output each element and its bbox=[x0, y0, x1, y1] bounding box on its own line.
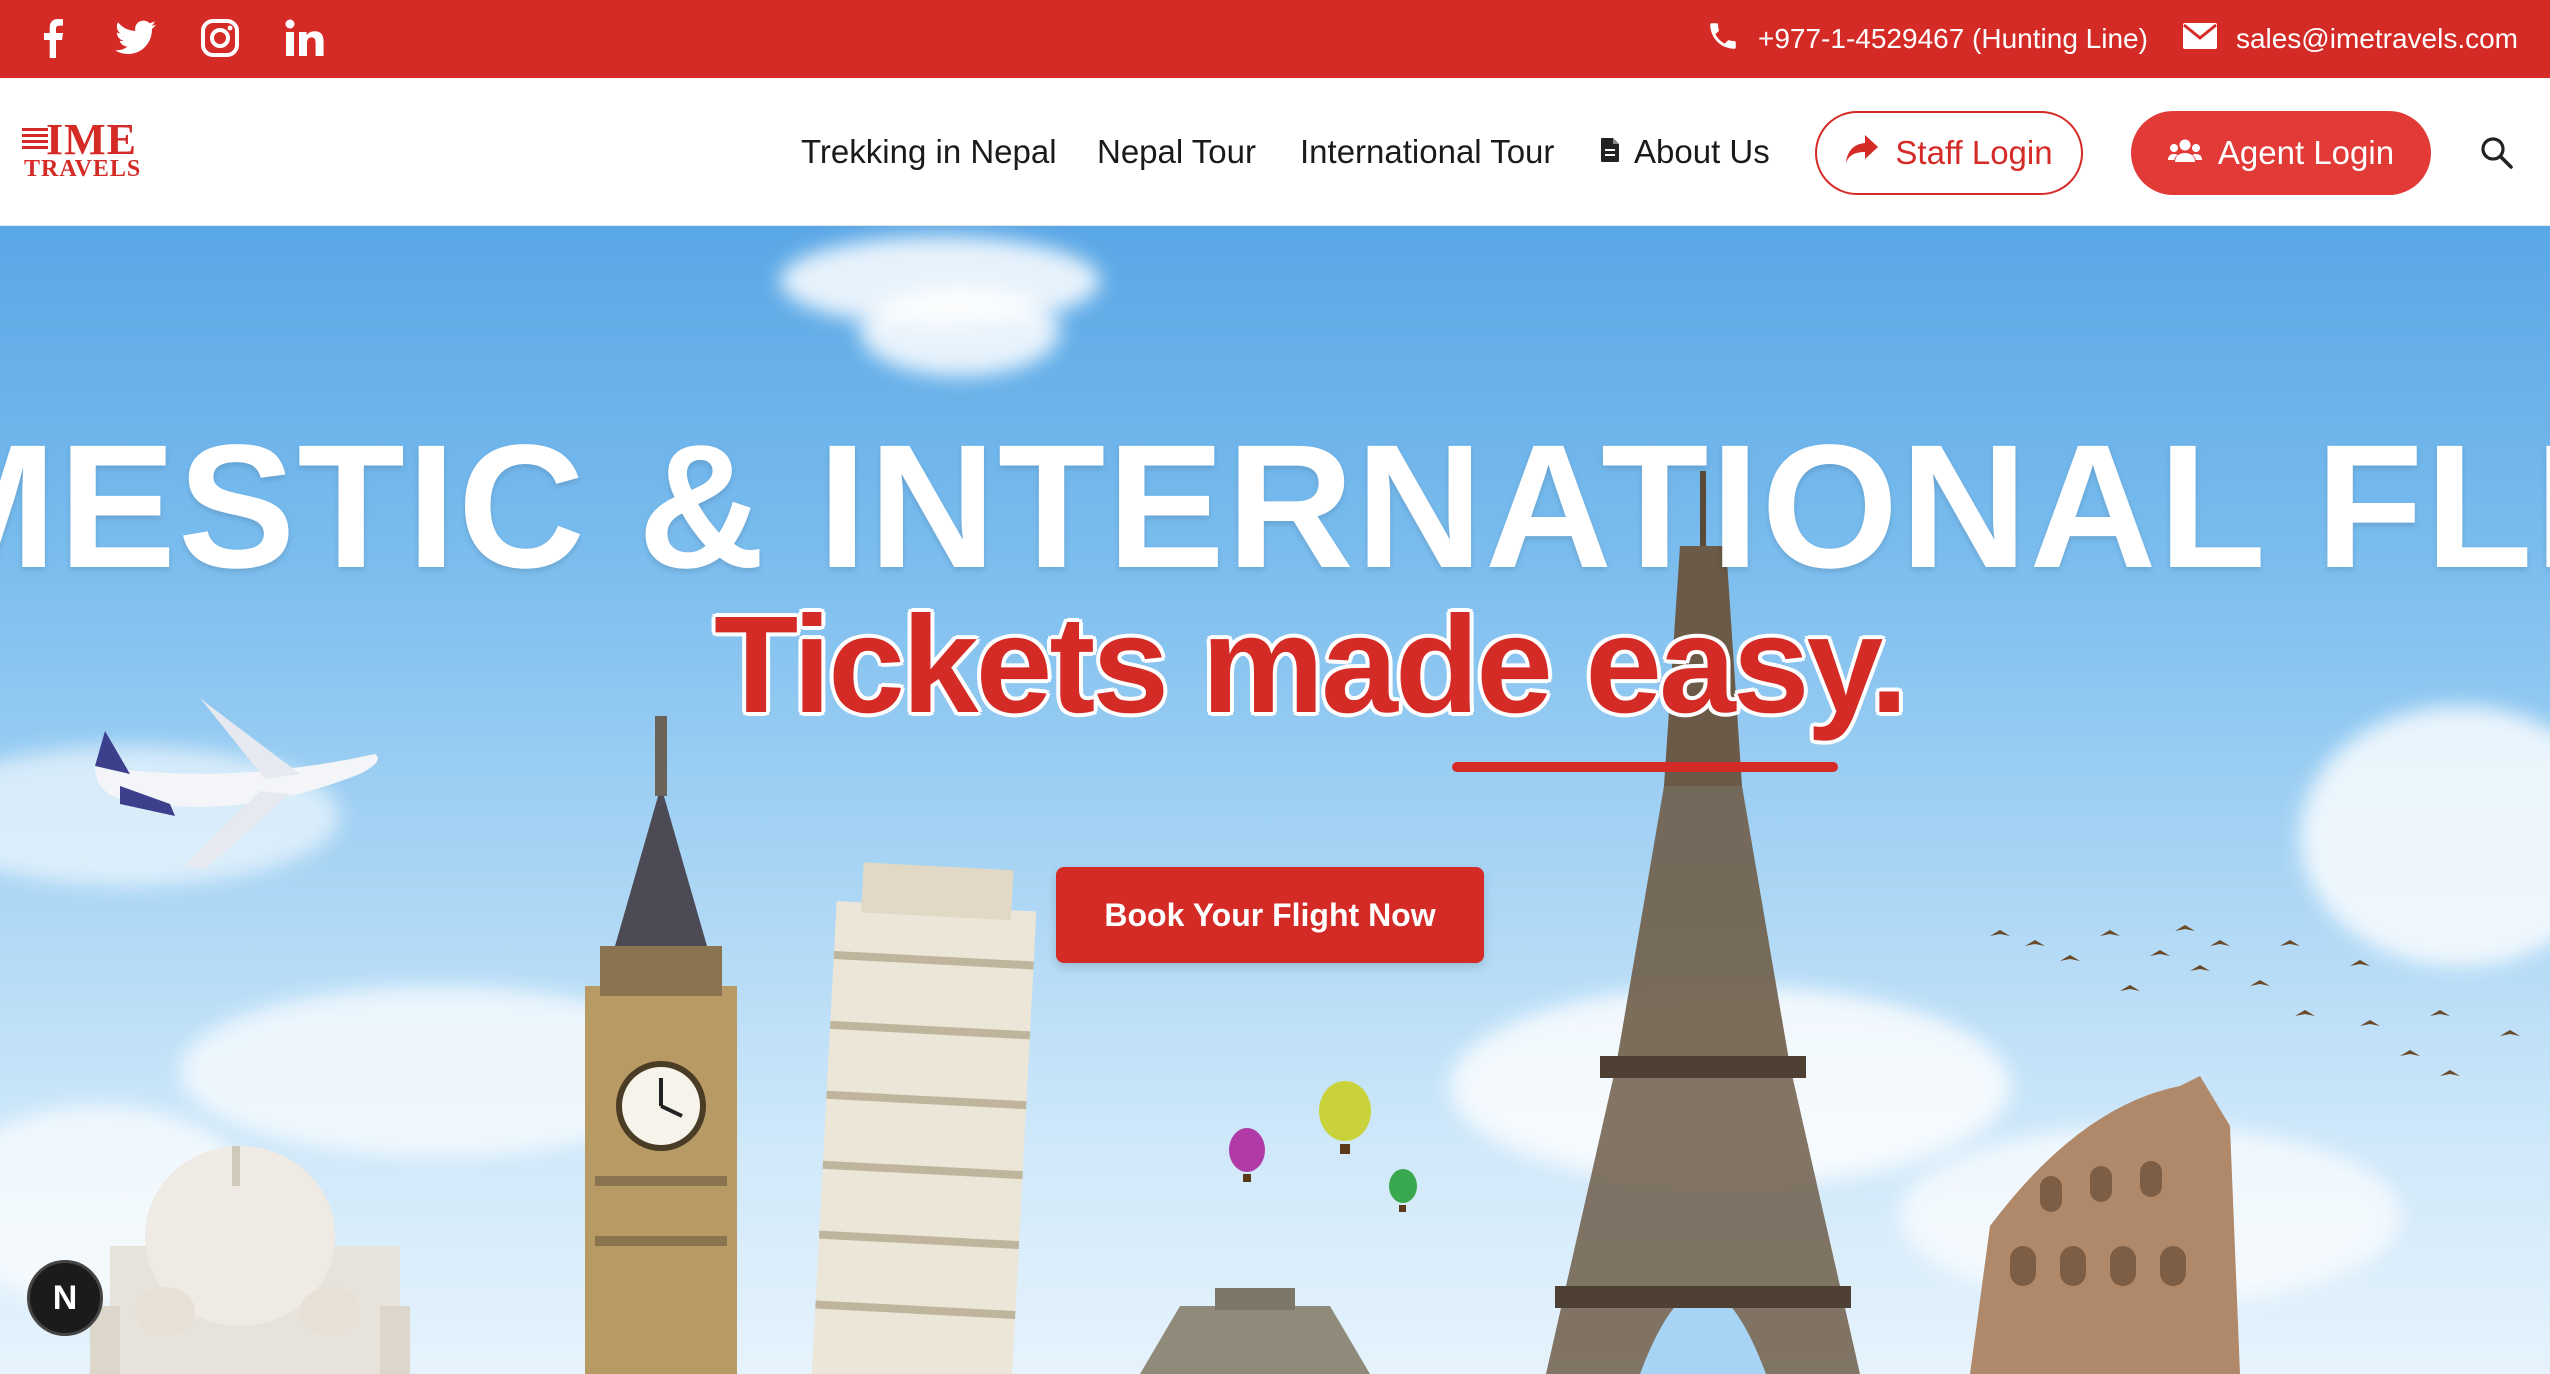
taj-mahal-icon bbox=[90, 1146, 410, 1374]
phone-contact[interactable]: +977-1-4529467 (Hunting Line) bbox=[1706, 19, 2148, 60]
n-badge-button[interactable]: N bbox=[27, 1260, 103, 1336]
facebook-icon[interactable] bbox=[28, 14, 76, 62]
hero-headline: MESTIC & INTERNATIONAL FLIGH bbox=[0, 409, 2550, 605]
mail-icon bbox=[2182, 22, 2218, 57]
nav-nepal-tour[interactable]: Nepal Tour bbox=[1097, 78, 1256, 226]
landmarks-illustration bbox=[90, 471, 2520, 1374]
big-ben-icon bbox=[585, 716, 737, 1374]
twitter-icon[interactable] bbox=[112, 14, 160, 62]
nav-about-us-label: About Us bbox=[1634, 133, 1770, 170]
document-icon bbox=[1600, 133, 1620, 171]
main-navbar: IME TRAVELS Trekking in Nepal Nepal Tour… bbox=[0, 78, 2550, 226]
colosseum-icon bbox=[1970, 1076, 2240, 1374]
users-icon bbox=[2167, 134, 2202, 172]
nav-trekking-in-nepal[interactable]: Trekking in Nepal bbox=[801, 78, 1057, 226]
search-icon[interactable] bbox=[2480, 136, 2516, 172]
book-flight-button[interactable]: Book Your Flight Now bbox=[1056, 867, 1484, 963]
hot-air-balloons-icon bbox=[1229, 1081, 1417, 1212]
birds-icon bbox=[1990, 925, 2520, 1076]
pyramid-icon bbox=[1140, 1288, 1370, 1374]
phone-icon bbox=[1706, 19, 1740, 60]
staff-login-label: Staff Login bbox=[1895, 134, 2053, 171]
hero-tagline: Tickets made easy. bbox=[714, 588, 1908, 742]
agent-login-button[interactable]: Agent Login bbox=[2131, 111, 2431, 195]
ime-travels-logo[interactable]: IME TRAVELS bbox=[22, 118, 172, 184]
tagline-underline bbox=[1452, 762, 1838, 772]
staff-login-button[interactable]: Staff Login bbox=[1815, 111, 2083, 195]
airplane-icon bbox=[95, 698, 378, 869]
agent-login-label: Agent Login bbox=[2217, 134, 2395, 171]
phone-number: +977-1-4529467 (Hunting Line) bbox=[1757, 23, 2148, 54]
social-links bbox=[28, 14, 328, 62]
top-bar: +977-1-4529467 (Hunting Line) sales@imet… bbox=[0, 0, 2550, 78]
nav-about-us[interactable]: About Us bbox=[1600, 78, 1770, 226]
hero-banner: MESTIC & INTERNATIONAL FLIGH Tickets mad… bbox=[0, 226, 2550, 1374]
logo-text-travels: TRAVELS bbox=[24, 156, 142, 182]
pisa-tower-icon bbox=[811, 862, 1037, 1374]
linkedin-icon[interactable] bbox=[280, 14, 328, 62]
email-address: sales@imetravels.com bbox=[2235, 23, 2518, 54]
email-contact[interactable]: sales@imetravels.com bbox=[2182, 22, 2518, 57]
contact-info: +977-1-4529467 (Hunting Line) sales@imet… bbox=[1706, 0, 2518, 78]
instagram-icon[interactable] bbox=[196, 14, 244, 62]
share-arrow-icon bbox=[1845, 134, 1879, 172]
nav-international-tour[interactable]: International Tour bbox=[1300, 78, 1554, 226]
